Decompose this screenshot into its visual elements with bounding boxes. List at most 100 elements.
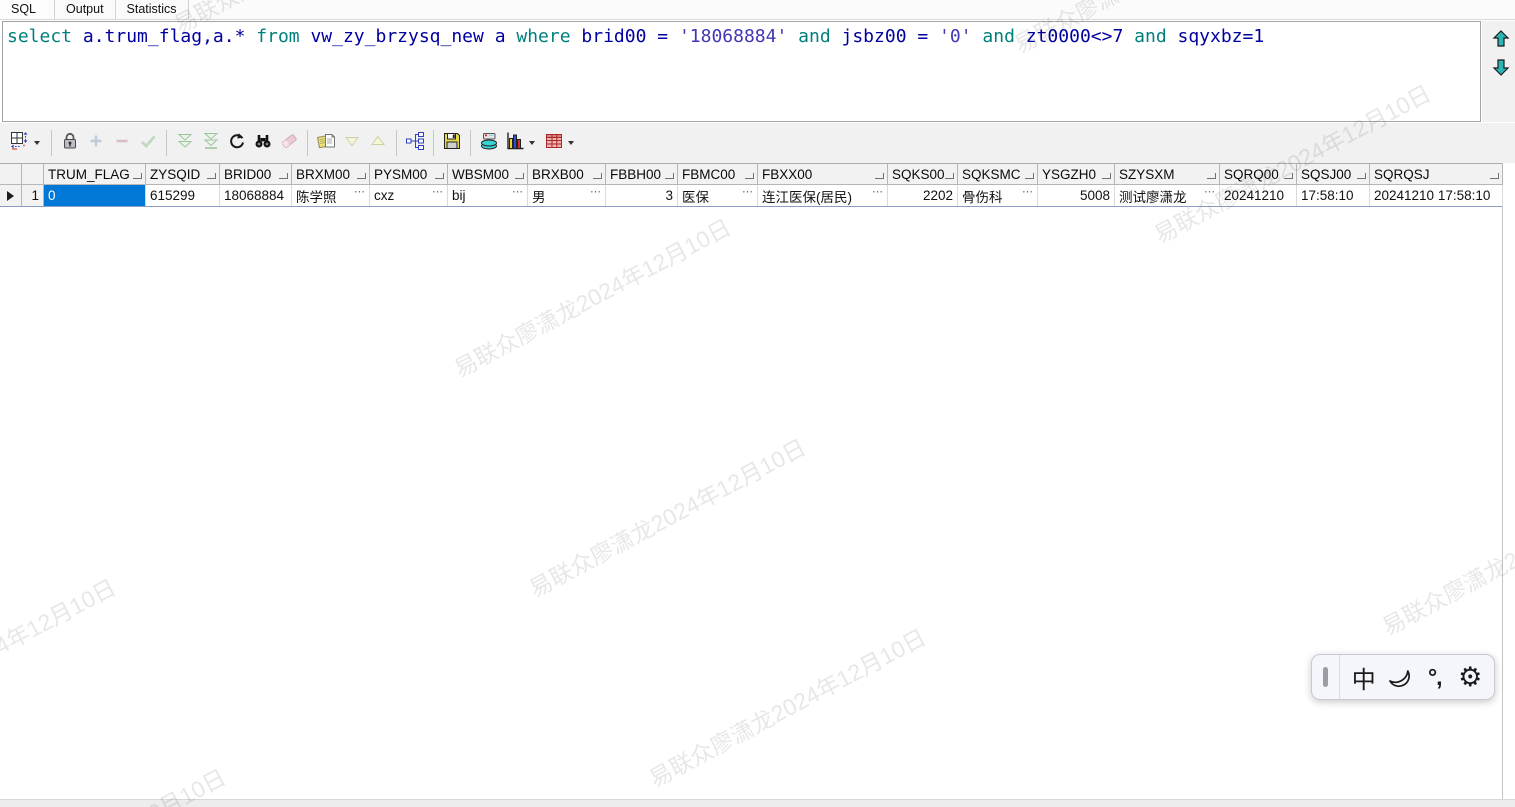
move-down-button[interactable] <box>339 130 365 156</box>
cell-fbbh00[interactable]: 3 <box>606 185 678 206</box>
find-button[interactable] <box>250 130 276 156</box>
column-summary-widget-icon[interactable] <box>279 173 288 179</box>
move-up-button[interactable] <box>365 130 391 156</box>
print-button[interactable] <box>476 130 502 156</box>
toolbar-separator <box>396 130 397 156</box>
sql-token: zt0000<>7 <box>1014 26 1135 47</box>
column-summary-widget-icon[interactable] <box>515 173 524 179</box>
ime-chinese-mode-button[interactable]: 中 <box>1348 659 1380 695</box>
column-header-fbxx00[interactable]: FBXX00 <box>758 164 888 185</box>
cell-trum_flag[interactable]: 0 <box>44 185 146 206</box>
column-summary-widget-icon[interactable] <box>875 173 884 179</box>
cell-brxm00[interactable]: 陈学照 ⋯ <box>292 185 370 206</box>
column-header-ysgzh0[interactable]: YSGZH0 <box>1038 164 1115 185</box>
ime-drag-handle[interactable] <box>1312 655 1339 699</box>
cell-pysm00[interactable]: cxz ⋯ <box>370 185 448 206</box>
ime-punctuation-button[interactable]: °, <box>1419 659 1451 695</box>
clear-eraser-button[interactable] <box>276 130 302 156</box>
save-results-button[interactable] <box>439 130 465 156</box>
column-header-trum_flag[interactable]: TRUM_FLAG <box>44 164 146 185</box>
column-header-zysqid[interactable]: ZYSQID <box>146 164 220 185</box>
column-header-sqsj00[interactable]: SQSJ00 <box>1297 164 1370 185</box>
column-header-fbbh00[interactable]: FBBH00 <box>606 164 678 185</box>
cell-sqks00[interactable]: 2202 <box>888 185 958 206</box>
column-summary-widget-icon[interactable] <box>1490 173 1499 179</box>
cell-szysxm[interactable]: 测试廖潇龙 ⋯ <box>1115 185 1220 206</box>
single-record-view-icon <box>405 131 425 156</box>
cell-sqsj00[interactable]: 17:58:10 <box>1297 185 1370 206</box>
post-changes-button[interactable] <box>135 130 161 156</box>
cell-ysgzh0[interactable]: 5008 <box>1038 185 1115 206</box>
tab-statistics[interactable]: Statistics <box>114 0 189 19</box>
cell-ellipsis-button[interactable]: ⋯ <box>586 185 601 199</box>
column-header-brid00[interactable]: BRID00 <box>220 164 292 185</box>
cell-wbsm00[interactable]: bij ⋯ <box>448 185 528 206</box>
data-grid-mode-dropdown-caret[interactable] <box>34 141 40 145</box>
column-header-sqrq00[interactable]: SQRQ00 <box>1220 164 1297 185</box>
ime-half-full-width-button[interactable] <box>1383 659 1415 695</box>
sql-token: a.trum_flag,a.* <box>72 26 257 47</box>
cell-ellipsis-button[interactable]: ⋯ <box>350 185 365 199</box>
ime-settings-button[interactable]: ⚙ <box>1454 659 1486 695</box>
cell-brid00[interactable]: 18068884 <box>220 185 292 206</box>
column-header-sqks00[interactable]: SQKS00 <box>888 164 958 185</box>
refresh-button[interactable] <box>224 130 250 156</box>
column-summary-widget-icon[interactable] <box>1284 173 1293 179</box>
cell-value: 18068884 <box>224 188 285 203</box>
column-summary-widget-icon[interactable] <box>593 173 602 179</box>
report-grid-dropdown-caret[interactable] <box>568 141 574 145</box>
next-sql-button[interactable] <box>1491 57 1511 77</box>
lock-button[interactable] <box>57 130 83 156</box>
cell-ellipsis-button[interactable]: ⋯ <box>1200 185 1215 199</box>
cell-ellipsis-button[interactable]: ⋯ <box>1018 185 1033 199</box>
column-summary-widget-icon[interactable] <box>207 173 216 179</box>
tab-output[interactable]: Output <box>54 0 115 19</box>
ime-toolbar[interactable]: 中 °, ⚙ <box>1311 654 1495 700</box>
column-summary-widget-icon[interactable] <box>357 173 366 179</box>
column-summary-widget-icon[interactable] <box>1025 173 1034 179</box>
chart-button[interactable] <box>502 130 528 156</box>
report-grid-button[interactable] <box>541 130 567 156</box>
sql-editor[interactable]: select a.trum_flag,a.* from vw_zy_brzysq… <box>2 21 1481 122</box>
cell-sqksmc[interactable]: 骨伤科 ⋯ <box>958 185 1038 206</box>
column-header-brxm00[interactable]: BRXM00 <box>292 164 370 185</box>
cell-brxb00[interactable]: 男 ⋯ <box>528 185 606 206</box>
remove-record-button[interactable] <box>109 130 135 156</box>
cell-sqrqsj[interactable]: 20241210 17:58:10 <box>1370 185 1503 206</box>
cell-ellipsis-button[interactable]: ⋯ <box>868 185 883 199</box>
cell-ellipsis-button[interactable]: ⋯ <box>508 185 523 199</box>
tab-sql[interactable]: SQL <box>0 0 48 19</box>
data-grid-mode-button[interactable] <box>7 130 33 156</box>
cell-fbmc00[interactable]: 医保 ⋯ <box>678 185 758 206</box>
column-header-szysxm[interactable]: SZYSXM <box>1115 164 1220 185</box>
previous-sql-button[interactable] <box>1491 29 1511 49</box>
column-header-fbmc00[interactable]: FBMC00 <box>678 164 758 185</box>
fetch-all-button[interactable] <box>198 130 224 156</box>
column-summary-widget-icon[interactable] <box>1357 173 1366 179</box>
column-header-brxb00[interactable]: BRXB00 <box>528 164 606 185</box>
cell-sqrq00[interactable]: 20241210 <box>1220 185 1297 206</box>
column-summary-widget-icon[interactable] <box>435 173 444 179</box>
toolbar-separator <box>166 130 167 156</box>
fetch-next-page-button[interactable] <box>172 130 198 156</box>
column-header-sqksmc[interactable]: SQKSMC <box>958 164 1038 185</box>
chart-dropdown-caret[interactable] <box>529 141 535 145</box>
column-summary-widget-icon[interactable] <box>665 173 674 179</box>
cell-ellipsis-button[interactable]: ⋯ <box>738 185 753 199</box>
cell-zysqid[interactable]: 615299 <box>146 185 220 206</box>
copy-records-button[interactable] <box>313 130 339 156</box>
add-record-button[interactable] <box>83 130 109 156</box>
cell-fbxx00[interactable]: 连江医保(居民) ⋯ <box>758 185 888 206</box>
column-summary-widget-icon[interactable] <box>133 173 142 179</box>
save-results-icon <box>442 131 462 156</box>
single-record-view-button[interactable] <box>402 130 428 156</box>
cell-ellipsis-button[interactable]: ⋯ <box>428 185 443 199</box>
column-header-wbsm00[interactable]: WBSM00 <box>448 164 528 185</box>
column-summary-widget-icon[interactable] <box>1102 173 1111 179</box>
column-header-pysm00[interactable]: PYSM00 <box>370 164 448 185</box>
column-summary-widget-icon[interactable] <box>745 173 754 179</box>
column-summary-widget-icon[interactable] <box>1207 173 1216 179</box>
column-header-sqrqsj[interactable]: SQRQSJ <box>1370 164 1503 185</box>
column-summary-widget-icon[interactable] <box>945 173 954 179</box>
arrow-down-icon <box>1492 59 1510 76</box>
